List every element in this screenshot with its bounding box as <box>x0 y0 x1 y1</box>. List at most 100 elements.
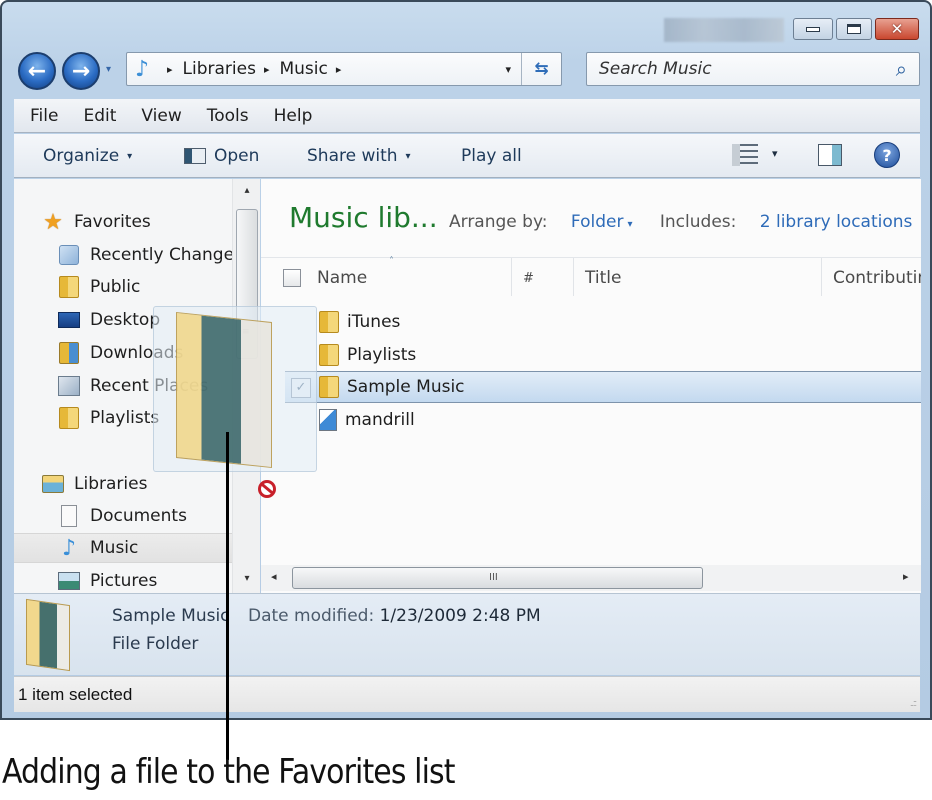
menu-file[interactable]: File <box>30 106 58 126</box>
nav-item-label: Desktop <box>90 310 161 330</box>
arrow-right-icon: → <box>71 58 91 84</box>
breadcrumb-separator-icon[interactable]: ▸ <box>336 63 342 76</box>
address-bar[interactable]: ♪ ▸ Libraries ▸ Music ▸ ▾ ⇆ <box>126 52 562 86</box>
share-with-button[interactable]: Share with ▾ <box>307 146 411 166</box>
dragged-folder-icon <box>176 311 272 469</box>
forward-button[interactable]: → <box>62 52 100 90</box>
scroll-right-icon[interactable]: ▸ <box>903 570 909 583</box>
drag-preview <box>153 306 317 472</box>
back-button[interactable]: ← <box>18 52 56 90</box>
recent-pages-dropdown[interactable]: ▾ <box>106 64 111 75</box>
arrange-bar: Arrange by: Folder ▾ Includes: 2 library … <box>449 212 912 232</box>
nav-item-pictures[interactable]: Pictures <box>58 566 157 593</box>
command-bar: Organize ▾ Open Share with ▾ Play all ▾ … <box>14 134 920 178</box>
chevron-down-icon: ▾ <box>127 150 133 162</box>
library-locations-link[interactable]: 2 library locations <box>760 212 913 232</box>
column-title[interactable]: Title <box>585 268 621 288</box>
breadcrumb-libraries[interactable]: Libraries <box>183 59 256 79</box>
select-all-checkbox[interactable] <box>283 269 301 287</box>
nav-favorites[interactable]: ★ Favorites <box>42 207 151 237</box>
minimize-icon <box>806 26 820 32</box>
menu-tools[interactable]: Tools <box>207 106 249 126</box>
file-row[interactable]: iTunes <box>283 306 921 338</box>
star-icon: ★ <box>43 209 63 235</box>
change-view-icon[interactable] <box>732 144 758 166</box>
nav-item-label: Playlists <box>90 408 160 428</box>
horizontal-scrollbar[interactable]: ◂ III ▸ <box>261 565 921 591</box>
status-text: 1 item selected <box>18 685 133 704</box>
resize-grip-icon[interactable]: ..:: <box>910 698 917 708</box>
file-row[interactable]: Playlists <box>283 339 921 371</box>
menu-help[interactable]: Help <box>274 106 313 126</box>
scroll-thumb[interactable]: III <box>292 567 703 589</box>
column-contributing-artists[interactable]: Contributin <box>833 268 921 288</box>
arrow-left-icon: ← <box>27 58 47 84</box>
arrange-by-label: Arrange by: <box>449 212 548 232</box>
date-modified-label: Date modified: <box>248 606 375 626</box>
address-dropdown-icon[interactable]: ▾ <box>505 63 511 76</box>
maximize-button[interactable] <box>836 18 872 40</box>
column-number[interactable]: # <box>523 271 534 286</box>
open-label: Open <box>214 146 260 166</box>
nav-item-recently-changed[interactable]: Recently Change <box>58 240 232 270</box>
breadcrumb-separator-icon[interactable]: ▸ <box>167 63 173 76</box>
chevron-down-icon: ▾ <box>405 150 411 162</box>
music-note-icon: ♪ <box>61 535 77 561</box>
callout-line <box>226 432 229 760</box>
nav-item-music[interactable]: ♪ Music <box>14 533 232 563</box>
file-name: iTunes <box>347 312 401 332</box>
desktop-icon <box>58 312 80 328</box>
nav-item-label: Documents <box>90 506 187 526</box>
chevron-down-icon[interactable]: ▾ <box>627 219 632 230</box>
open-button[interactable]: Open <box>184 146 259 166</box>
details-name: Sample Music <box>112 606 230 626</box>
file-name: Playlists <box>347 345 417 365</box>
close-button[interactable]: ✕ <box>875 18 919 40</box>
search-icon[interactable]: ⌕ <box>896 57 907 81</box>
column-divider[interactable] <box>511 258 512 296</box>
play-all-button[interactable]: Play all <box>461 146 522 166</box>
column-divider[interactable] <box>573 258 574 296</box>
column-name[interactable]: Name <box>317 268 367 288</box>
organize-button[interactable]: Organize ▾ <box>43 146 132 166</box>
scroll-down-icon[interactable]: ▾ <box>233 573 261 584</box>
no-drop-cursor-icon <box>258 480 276 498</box>
nav-favorites-label: Favorites <box>74 212 151 232</box>
minimize-button[interactable] <box>793 18 833 40</box>
nav-item-desktop[interactable]: Desktop <box>58 305 160 335</box>
status-bar: 1 item selected ..:: <box>14 676 920 712</box>
nav-item-label: Music <box>90 538 139 558</box>
details-type: File Folder <box>112 634 199 654</box>
column-divider[interactable] <box>821 258 822 296</box>
breadcrumb-music[interactable]: Music <box>279 59 327 79</box>
organize-label: Organize <box>43 146 120 166</box>
chevron-down-icon: ▾ <box>106 64 112 75</box>
search-input[interactable]: Search Music ⌕ <box>586 52 920 86</box>
grip-icon: III <box>489 572 498 583</box>
nav-item-label: Public <box>90 277 141 297</box>
breadcrumb-separator-icon[interactable]: ▸ <box>264 63 270 76</box>
arrange-by-dropdown[interactable]: Folder <box>571 212 624 232</box>
nav-item-playlists[interactable]: Playlists <box>58 403 159 433</box>
view-options-dropdown[interactable]: ▾ <box>772 147 778 160</box>
nav-item-public[interactable]: Public <box>58 272 140 302</box>
preview-pane-icon[interactable] <box>818 144 842 166</box>
refresh-button[interactable]: ⇆ <box>521 53 561 85</box>
share-with-label: Share with <box>307 146 398 166</box>
nav-item-documents[interactable]: Documents <box>58 501 187 531</box>
menu-edit[interactable]: Edit <box>83 106 116 126</box>
search-placeholder: Search Music <box>599 59 712 79</box>
help-icon[interactable]: ? <box>874 142 900 168</box>
scroll-up-icon[interactable]: ▴ <box>233 185 261 196</box>
folder-icon <box>319 344 339 366</box>
libraries-icon <box>42 475 64 493</box>
nav-libraries[interactable]: Libraries <box>42 469 147 499</box>
file-name: Sample Music <box>347 377 465 397</box>
menu-view[interactable]: View <box>141 106 181 126</box>
scroll-left-icon[interactable]: ◂ <box>271 570 277 583</box>
play-all-label: Play all <box>461 146 522 166</box>
file-row-selected[interactable]: ✓ Sample Music <box>285 371 921 403</box>
file-row[interactable]: mandrill <box>283 404 921 436</box>
maximize-icon <box>847 24 861 34</box>
menu-bar: File Edit View Tools Help <box>14 99 920 133</box>
